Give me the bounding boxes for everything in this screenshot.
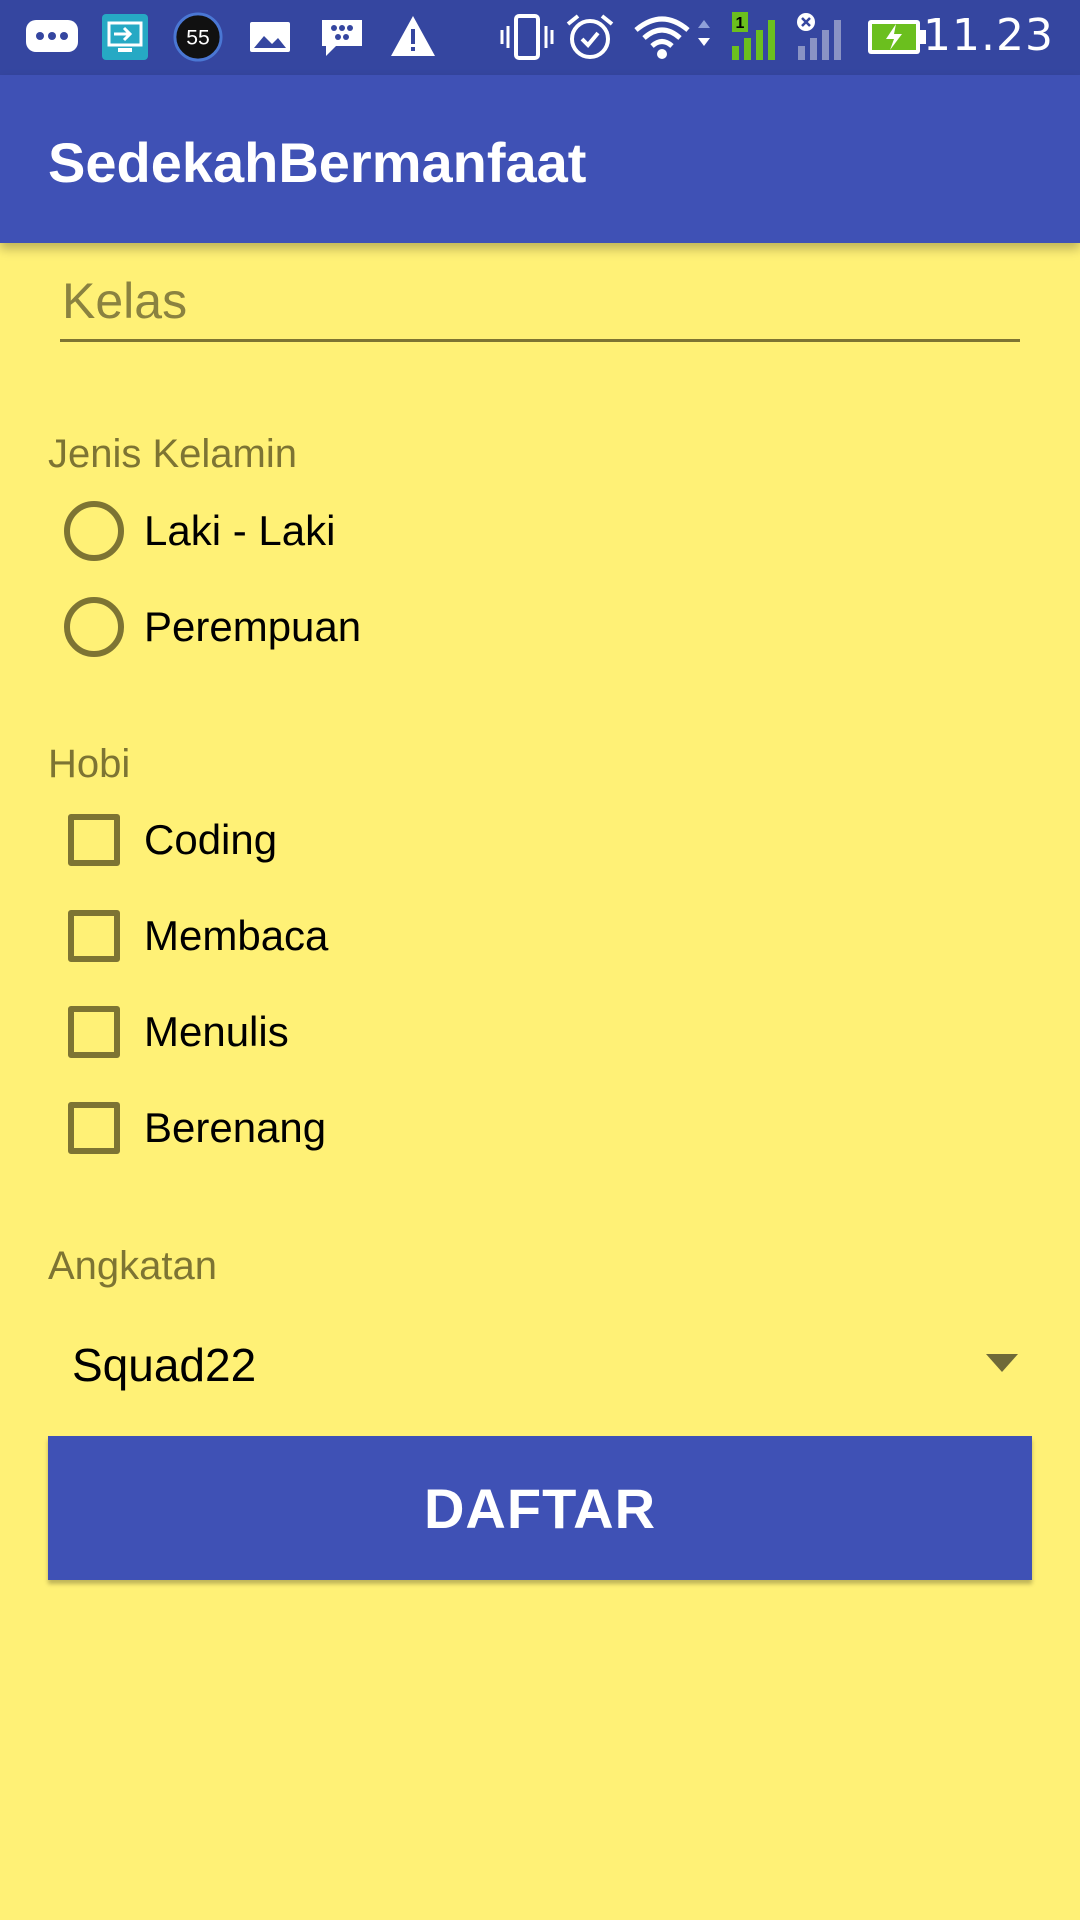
checkbox-icon [68,814,120,866]
checkbox-label: Membaca [144,912,329,959]
signal-sim1-icon: 1 [732,12,775,60]
gender-label: Jenis Kelamin [48,432,298,476]
alarm-icon [566,14,614,59]
svg-text:1: 1 [736,15,745,32]
wifi-icon [634,16,710,59]
radio-label: Laki - Laki [144,507,336,554]
count-badge-icon: 55 [173,12,223,62]
checkbox-icon [68,1102,120,1154]
checkbox-coding[interactable]: Coding [64,805,277,875]
status-bar: 55 1 11.23 [0,0,1080,75]
checkbox-menulis[interactable]: Menulis [64,997,289,1067]
checkbox-label: Berenang [144,1104,327,1151]
radio-laki-laki[interactable]: Laki - Laki [64,496,335,566]
checkbox-berenang[interactable]: Berenang [64,1093,326,1163]
vibrate-icon [500,14,554,60]
checkbox-label: Menulis [144,1008,289,1055]
remote-desktop-icon [102,14,148,60]
checkbox-icon [68,910,120,962]
radio-circle-icon [64,501,124,561]
warning-icon [391,16,435,56]
battery-charging-icon [868,20,926,54]
radio-label: Perempuan [144,603,362,650]
angkatan-selected-value: Squad22 [72,1339,257,1391]
checkbox-label: Coding [144,816,278,863]
signal-sim2-icon [797,13,841,60]
daftar-button[interactable]: DAFTAR [48,1436,1032,1580]
hobby-label: Hobi [48,742,131,786]
checkbox-membaca[interactable]: Membaca [64,901,328,971]
app-title: SedekahBermanfaat [48,131,587,194]
kelas-input[interactable] [60,262,1020,342]
bbm-icon [322,20,362,56]
gallery-icon [250,22,290,52]
message-icon [26,20,78,52]
angkatan-spinner[interactable]: Squad22 [48,1320,1032,1410]
status-time: 11.23 [923,10,1054,61]
app-bar: SedekahBermanfaat [0,75,1080,243]
dropdown-arrow-icon [986,1354,1018,1372]
badge-count-text: 55 [186,27,210,50]
radio-circle-icon [64,597,124,657]
radio-perempuan[interactable]: Perempuan [64,592,361,662]
angkatan-label: Angkatan [48,1244,218,1288]
checkbox-icon [68,1006,120,1058]
